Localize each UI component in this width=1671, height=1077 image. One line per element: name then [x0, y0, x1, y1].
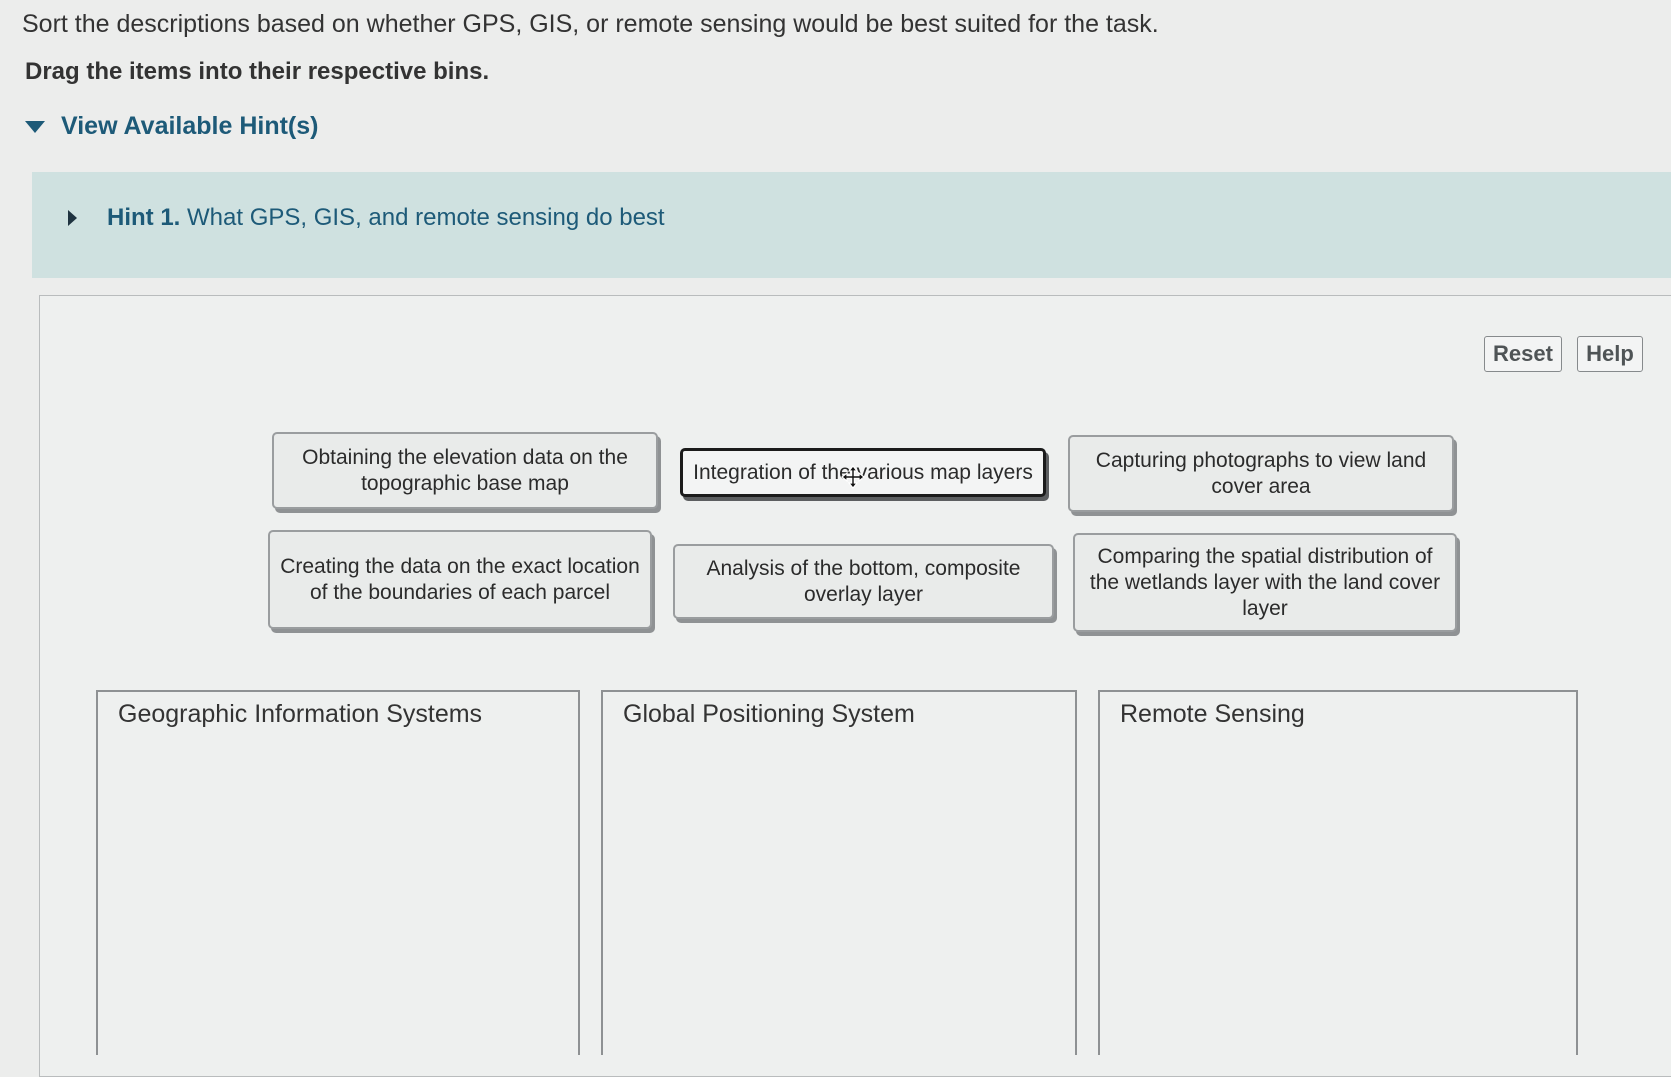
bin-remote-sensing[interactable]: Remote Sensing: [1098, 690, 1578, 1055]
hint-1-label: Hint 1. What GPS, GIS, and remote sensin…: [107, 204, 665, 232]
draggable-item-analysis-overlay[interactable]: Analysis of the bottom, composite overla…: [673, 544, 1054, 619]
view-hints-label: View Available Hint(s): [61, 112, 319, 140]
bin-global-positioning-system[interactable]: Global Positioning System: [601, 690, 1077, 1055]
hint-panel: Hint 1. What GPS, GIS, and remote sensin…: [32, 172, 1671, 278]
reset-button[interactable]: Reset: [1484, 336, 1562, 372]
hint-1-toggle[interactable]: Hint 1. What GPS, GIS, and remote sensin…: [68, 204, 665, 232]
bin-title-gis: Geographic Information Systems: [118, 700, 483, 728]
triangle-down-icon: [25, 120, 45, 133]
hint-1-number: Hint 1.: [107, 204, 181, 231]
instruction-text: Sort the descriptions based on whether G…: [22, 10, 1159, 38]
move-cursor-icon: [841, 465, 865, 489]
help-button[interactable]: Help: [1577, 336, 1643, 372]
drag-instruction-text: Drag the items into their respective bin…: [25, 58, 490, 85]
bin-geographic-information-systems[interactable]: Geographic Information Systems: [96, 690, 580, 1055]
bin-title-remote-sensing: Remote Sensing: [1120, 700, 1305, 728]
hint-1-text: What GPS, GIS, and remote sensing do bes…: [187, 204, 665, 231]
draggable-item-elevation-data[interactable]: Obtaining the elevation data on the topo…: [272, 432, 658, 509]
triangle-right-icon: [68, 210, 77, 226]
draggable-item-capturing-photographs[interactable]: Capturing photographs to view land cover…: [1068, 435, 1454, 512]
view-hints-toggle[interactable]: View Available Hint(s): [25, 112, 318, 141]
draggable-item-wetlands-comparison[interactable]: Comparing the spatial distribution of th…: [1073, 533, 1457, 632]
bin-title-gps: Global Positioning System: [623, 700, 915, 728]
draggable-item-parcel-boundaries[interactable]: Creating the data on the exact location …: [268, 530, 652, 629]
